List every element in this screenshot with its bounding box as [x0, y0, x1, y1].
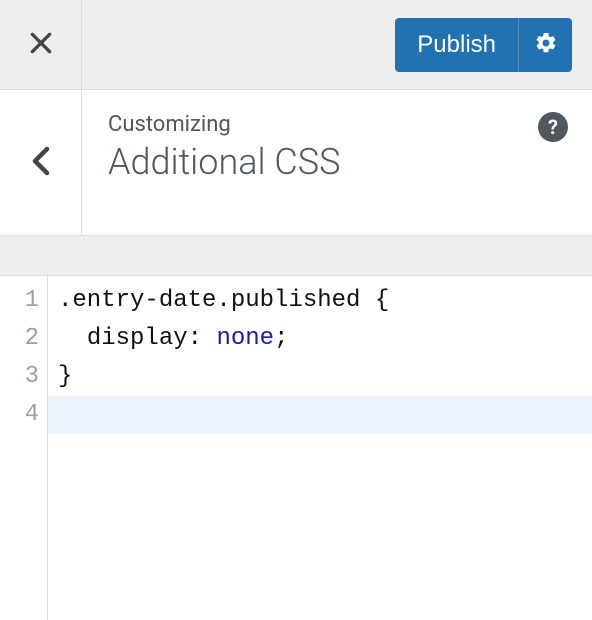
publish-settings-button[interactable]: [518, 18, 572, 72]
publish-button[interactable]: Publish: [395, 18, 572, 72]
code-line[interactable]: [48, 396, 592, 434]
gear-icon: [534, 31, 558, 58]
page-title: Additional CSS: [108, 141, 566, 183]
breadcrumb: Customizing: [108, 112, 566, 137]
editor-code-area[interactable]: .entry-date.published { display: none;}: [48, 276, 592, 620]
section-divider: [0, 236, 592, 276]
code-line[interactable]: }: [58, 358, 592, 396]
close-button[interactable]: [0, 0, 82, 90]
code-token: none: [216, 325, 274, 352]
code-token: :: [188, 325, 217, 352]
line-number: 2: [0, 320, 39, 358]
editor-gutter: 1234: [0, 276, 48, 620]
back-button[interactable]: [0, 90, 82, 236]
line-number: 3: [0, 358, 39, 396]
code-line[interactable]: .entry-date.published {: [58, 282, 592, 320]
line-number: 1: [0, 282, 39, 320]
chevron-left-icon: [31, 146, 51, 180]
topbar: Publish: [0, 0, 592, 90]
code-token: display: [87, 325, 188, 352]
line-number: 4: [0, 396, 39, 434]
code-token: .entry-date.published {: [58, 287, 389, 314]
css-editor[interactable]: 1234 .entry-date.published { display: no…: [0, 276, 592, 620]
help-icon: ?: [548, 115, 558, 139]
code-line[interactable]: display: none;: [58, 320, 592, 358]
close-icon: [28, 30, 54, 60]
code-token: [58, 325, 87, 352]
code-token: ;: [274, 325, 288, 352]
section-header: Customizing Additional CSS ?: [0, 90, 592, 236]
header-content: Customizing Additional CSS ?: [82, 90, 592, 235]
publish-label: Publish: [395, 31, 518, 59]
help-button[interactable]: ?: [538, 112, 568, 142]
code-token: }: [58, 363, 72, 390]
topbar-actions: Publish: [82, 18, 592, 72]
